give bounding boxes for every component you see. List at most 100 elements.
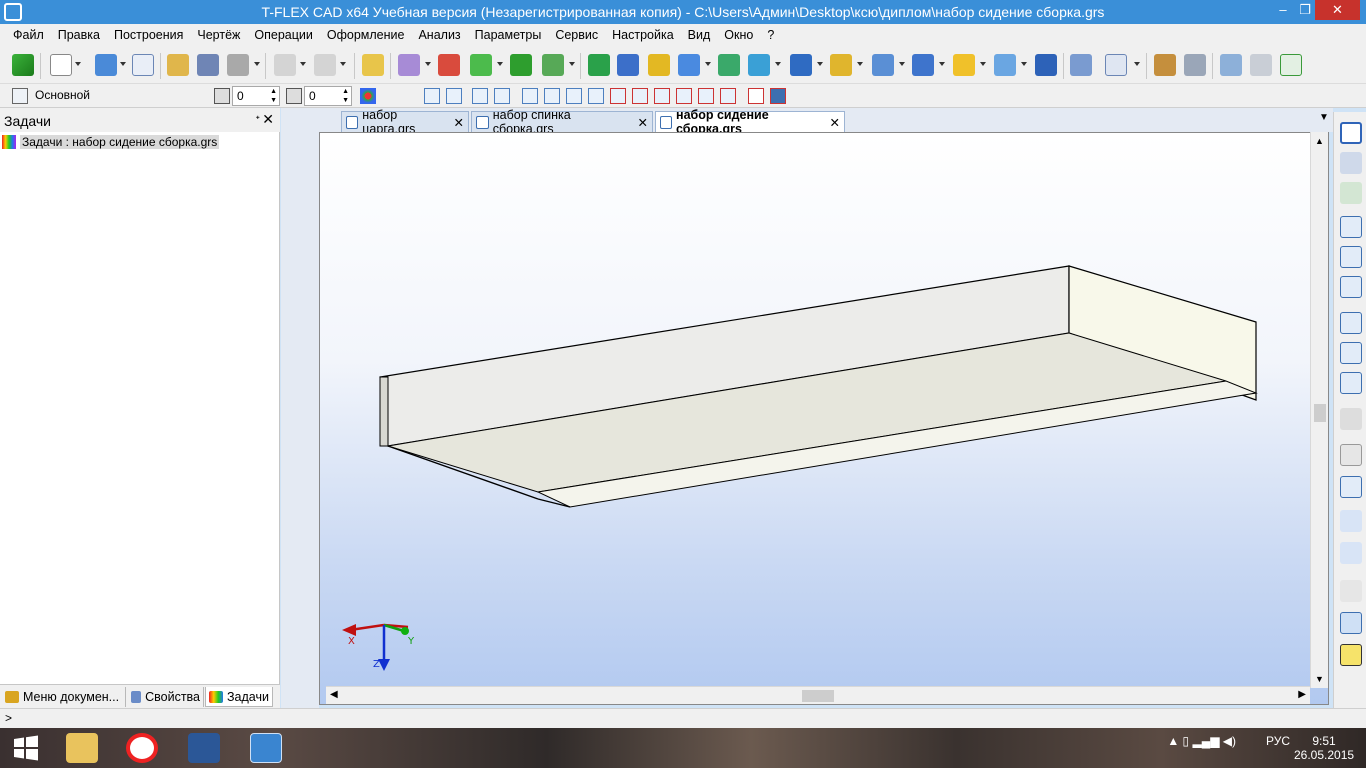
- spin-input-1[interactable]: 0 ▲ ▼: [232, 86, 280, 106]
- task-item[interactable]: Задачи : набор сидение сборка.grs: [2, 134, 220, 150]
- chevron-down-icon[interactable]: [75, 62, 81, 66]
- object-filter-icon[interactable]: [770, 88, 786, 104]
- horizontal-scrollbar[interactable]: ◀ ▶: [326, 686, 1310, 704]
- menu-parameters[interactable]: Параметры: [468, 28, 549, 42]
- tab-document-menu[interactable]: Меню докумен...: [2, 687, 126, 707]
- pan-icon[interactable]: [1340, 372, 1362, 394]
- tab-tasks[interactable]: Задачи: [205, 687, 273, 707]
- vertical-scroll-thumb[interactable]: [1314, 404, 1326, 422]
- spinner-arrows-icon[interactable]: ▲ ▼: [342, 87, 349, 105]
- dimension-icon[interactable]: [1105, 54, 1127, 76]
- menu-file[interactable]: Файл: [6, 28, 51, 42]
- menu-operations[interactable]: Операции: [247, 28, 319, 42]
- layer-label[interactable]: Основной: [35, 88, 90, 102]
- close-icon[interactable]: ✕: [638, 115, 648, 130]
- open-folder-icon[interactable]: [167, 54, 189, 76]
- taskbar-word[interactable]: [178, 728, 230, 768]
- linetype-icon[interactable]: [214, 88, 230, 104]
- chevron-down-icon[interactable]: [817, 62, 823, 66]
- chevron-down-icon[interactable]: [120, 62, 126, 66]
- paperclip-icon[interactable]: [1220, 54, 1242, 76]
- priority-icon[interactable]: [286, 88, 302, 104]
- pin-view-icon[interactable]: [1340, 152, 1362, 174]
- scroll-up-icon[interactable]: ▲: [1315, 136, 1324, 146]
- chevron-down-icon[interactable]: [775, 62, 781, 66]
- zoom-window-icon[interactable]: [1340, 276, 1362, 298]
- chevron-down-icon[interactable]: [497, 62, 503, 66]
- sheet-icon[interactable]: [994, 54, 1016, 76]
- glasses-icon[interactable]: [1340, 408, 1362, 430]
- assembly-icon[interactable]: [1035, 54, 1057, 76]
- magnet-icon[interactable]: [1340, 122, 1362, 144]
- profile-icon[interactable]: [542, 54, 564, 76]
- box-icon[interactable]: [953, 54, 975, 76]
- snap-vertex-icon[interactable]: [566, 88, 582, 104]
- menu-help[interactable]: ?: [760, 28, 781, 42]
- close-icon[interactable]: ✕: [830, 115, 840, 130]
- snap-icon[interactable]: [472, 88, 488, 104]
- chevron-down-icon[interactable]: [569, 62, 575, 66]
- taskbar-explorer[interactable]: [56, 728, 108, 768]
- sweep-icon[interactable]: [718, 54, 740, 76]
- menu-drawing[interactable]: Чертёж: [190, 28, 247, 42]
- eraser-icon[interactable]: [362, 54, 384, 76]
- horizontal-scroll-thumb[interactable]: [802, 690, 834, 702]
- snap-center-icon[interactable]: [632, 88, 648, 104]
- restore-button[interactable]: ❐: [1294, 0, 1316, 20]
- redo-icon[interactable]: [314, 54, 336, 76]
- taskbar-tflex[interactable]: [240, 728, 292, 768]
- scroll-down-icon[interactable]: ▼: [1315, 674, 1324, 684]
- color-palette-icon[interactable]: [360, 88, 376, 104]
- snap-edge-icon[interactable]: [610, 88, 626, 104]
- chevron-down-icon[interactable]: [254, 62, 260, 66]
- tab-document-spinka[interactable]: набор спинка сборка.grs ✕: [471, 108, 653, 136]
- menu-formatting[interactable]: Оформление: [320, 28, 412, 42]
- new-3d-icon[interactable]: [95, 54, 117, 76]
- grid-view-icon[interactable]: [1340, 476, 1362, 498]
- start-button[interactable]: [0, 728, 52, 768]
- snap-endpoint-icon[interactable]: [522, 88, 538, 104]
- shaded-cube-icon[interactable]: [1340, 644, 1362, 666]
- minimize-button[interactable]: ‒: [1272, 0, 1294, 20]
- check-double-icon[interactable]: [1340, 542, 1362, 564]
- plane-icon[interactable]: [1340, 580, 1362, 602]
- tools-icon[interactable]: [1250, 54, 1272, 76]
- chevron-down-icon[interactable]: [980, 62, 986, 66]
- point-icon[interactable]: [438, 54, 460, 76]
- 3d-viewport[interactable]: X Y Z: [319, 132, 1329, 705]
- menu-edit[interactable]: Правка: [51, 28, 107, 42]
- snap-circle-icon[interactable]: [654, 88, 670, 104]
- tabs-menu-icon[interactable]: ▼: [1319, 112, 1329, 123]
- checkmark-icon[interactable]: [12, 54, 34, 76]
- close-icon[interactable]: ✕: [454, 115, 464, 130]
- chevron-down-icon[interactable]: [425, 62, 431, 66]
- undo-icon[interactable]: [274, 54, 296, 76]
- chevron-down-icon[interactable]: [1021, 62, 1027, 66]
- copy-view-icon[interactable]: [1340, 444, 1362, 466]
- zoom-out-icon[interactable]: [1340, 342, 1362, 364]
- scroll-left-icon[interactable]: ◀: [330, 689, 338, 700]
- extrude-icon[interactable]: [588, 54, 610, 76]
- chevron-down-icon[interactable]: [1134, 62, 1140, 66]
- chevron-down-icon[interactable]: [300, 62, 306, 66]
- axes-icon[interactable]: [510, 54, 532, 76]
- menu-analysis[interactable]: Анализ: [411, 28, 467, 42]
- panel-splitter[interactable]: [281, 108, 319, 708]
- close-button[interactable]: ✕: [1315, 0, 1360, 20]
- magnet-green-icon[interactable]: [1340, 182, 1362, 204]
- surface-icon[interactable]: [912, 54, 934, 76]
- body-icon[interactable]: [872, 54, 894, 76]
- menu-settings[interactable]: Настройка: [605, 28, 681, 42]
- clock[interactable]: 9:51 26.05.2015: [1294, 734, 1354, 762]
- snap-middle-icon[interactable]: [544, 88, 560, 104]
- menu-construct[interactable]: Построения: [107, 28, 190, 42]
- scroll-right-icon[interactable]: ▶: [1298, 689, 1306, 700]
- list-filter-icon[interactable]: [446, 88, 462, 104]
- vertical-scrollbar[interactable]: ▲ ▼: [1310, 132, 1328, 688]
- close-icon[interactable]: ✕: [262, 111, 274, 128]
- loft-icon[interactable]: [678, 54, 700, 76]
- pin-icon[interactable]: ᐩ: [255, 113, 260, 127]
- window-icon[interactable]: [132, 54, 154, 76]
- object-snap-icon[interactable]: [748, 88, 764, 104]
- chevron-down-icon[interactable]: [340, 62, 346, 66]
